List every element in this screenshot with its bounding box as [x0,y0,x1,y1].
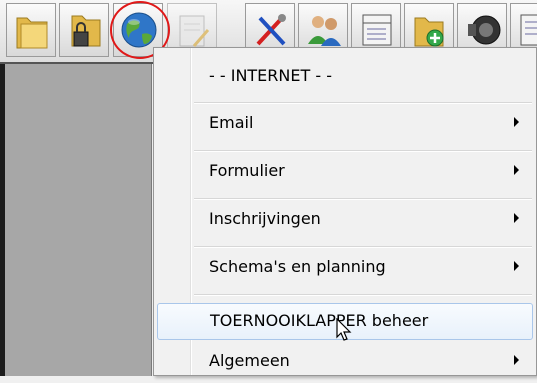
toolbar-button-folder[interactable] [6,3,56,57]
schedule-icon [362,14,392,46]
menu-item-label: TOERNOOIKLAPPER beheer [210,311,429,330]
users-icon [308,16,341,46]
submenu-arrow-icon [514,213,519,223]
document-icon [520,14,537,46]
menu-item-label: Schema's en planning [209,257,386,276]
menu-separator [194,294,532,296]
menu-item-label: Inschrijvingen [209,209,321,228]
submenu-arrow-icon [514,261,519,271]
tools-icon [256,14,286,46]
add-folder-icon [414,17,444,47]
menu-item-label: Formulier [209,161,285,180]
toolbar-button-locked-folder[interactable] [59,3,109,57]
menu-item-formulier[interactable]: Formulier [157,151,533,193]
menu-header-label: - - INTERNET - - [209,66,332,85]
speaker-icon [468,15,501,45]
locked-folder-icon [71,15,101,47]
menu-item-email[interactable]: Email [157,103,533,145]
submenu-arrow-icon [514,117,519,127]
submenu-arrow-icon [514,355,519,365]
submenu-arrow-icon [514,165,519,175]
globe-icon [121,12,157,48]
left-panel [0,64,152,376]
mouse-cursor-icon [336,318,352,341]
menu-item-label: Algemeen [209,351,290,370]
menu-item-schemas-en-planning[interactable]: Schema's en planning [157,247,533,289]
notepad-icon [179,15,210,47]
menu-item-inschrijvingen[interactable]: Inschrijvingen [157,199,533,241]
menu-item-algemeen[interactable]: Algemeen [157,341,533,383]
menu-item-label: Email [209,113,254,132]
menu-header-internet: - - INTERNET - - [157,56,533,98]
folder-icon [16,17,48,49]
